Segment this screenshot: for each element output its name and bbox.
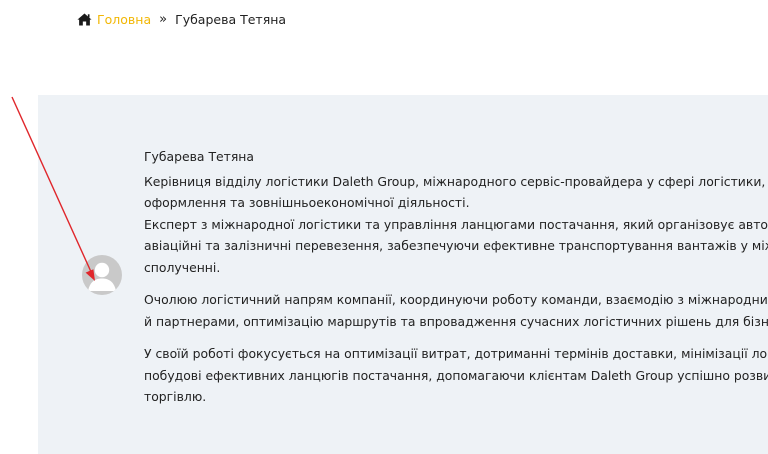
bio-paragraph-1-line-5: сполученні.: [144, 259, 221, 275]
bio-paragraph-3-line-3: торгівлю.: [144, 389, 207, 404]
bio-paragraph-3: У своїй роботі фокусується на оптимізаці…: [144, 343, 768, 408]
bio-paragraph-1: Керівниця відділу логістики Daleth Group…: [144, 171, 768, 279]
bio-paragraph-1-line-3: Експерт з міжнародної логістики та управ…: [144, 216, 768, 232]
bio-paragraph-3-line-1: У своїй роботі фокусується на оптимізаці…: [144, 346, 768, 361]
user-avatar-placeholder-icon: [82, 255, 122, 295]
bio-paragraph-2-line-1: Очолюю логістичний напрям компанії, коор…: [144, 292, 768, 307]
breadcrumb: Головна » Губарева Тетяна: [77, 10, 286, 28]
breadcrumb-home-link[interactable]: Головна: [97, 12, 151, 27]
profile-name: Губарева Тетяна: [144, 149, 255, 164]
breadcrumb-current: Губарева Тетяна: [175, 11, 287, 27]
bio-paragraph-3-line-2: побудові ефективних ланцюгів постачання,…: [144, 367, 768, 383]
bio-paragraph-1-line-2: оформлення та зовнішньоекономічної діяль…: [144, 195, 470, 210]
page: Головна » Губарева Тетяна Губарева Тетян…: [0, 0, 768, 454]
bio-paragraph-1-line-1: Керівниця відділу логістики Daleth Group…: [144, 173, 768, 189]
home-icon[interactable]: [77, 13, 92, 26]
bio-paragraph-2-line-2: й партнерами, оптимізацію маршрутів та в…: [144, 313, 768, 329]
bio-paragraph-2: Очолюю логістичний напрям компанії, коор…: [144, 289, 768, 332]
bio-paragraph-1-line-4: авіаційні та залізничні перевезення, заб…: [144, 238, 768, 253]
breadcrumb-separator: »: [159, 11, 168, 27]
profile-bio: Губарева Тетяна Керівниця відділу логіст…: [144, 146, 768, 419]
